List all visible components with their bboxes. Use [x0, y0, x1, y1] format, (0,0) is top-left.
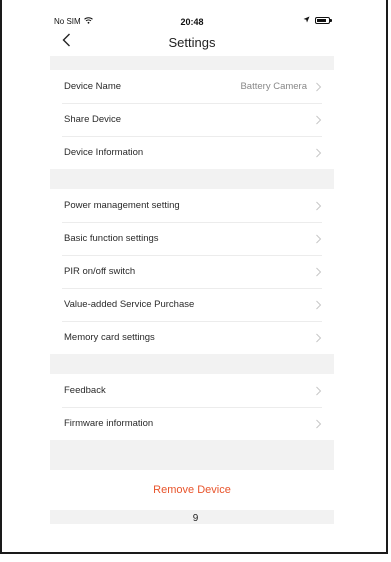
battery-icon — [315, 17, 332, 24]
status-right — [303, 16, 332, 25]
row-label: Feedback — [64, 385, 106, 396]
share-device-row[interactable]: Share Device — [50, 103, 334, 136]
chevron-right-icon — [316, 201, 322, 210]
chevron-right-icon — [316, 234, 322, 243]
row-label: Power management setting — [64, 200, 180, 211]
chevron-right-icon — [316, 115, 322, 124]
power-management-row[interactable]: Power management setting — [50, 189, 334, 222]
row-label: Device Information — [64, 147, 144, 158]
section-gap — [50, 354, 334, 374]
chevron-right-icon — [316, 419, 322, 428]
pir-switch-row[interactable]: PIR on/off switch — [50, 255, 334, 288]
nav-bar: Settings — [50, 30, 334, 56]
chevron-right-icon — [316, 333, 322, 342]
settings-group-device: Device Name Battery Camera Share Device … — [50, 70, 334, 169]
chevron-right-icon — [316, 148, 322, 157]
section-gap — [50, 440, 334, 470]
firmware-information-row[interactable]: Firmware information — [50, 407, 334, 440]
page-number: 9 — [192, 513, 199, 524]
location-arrow-icon — [303, 16, 310, 25]
chevron-right-icon — [316, 267, 322, 276]
feedback-row[interactable]: Feedback — [50, 374, 334, 407]
settings-group-support: Feedback Firmware information — [50, 374, 334, 440]
device-name-value: Battery Camera — [240, 81, 307, 92]
section-gap — [50, 56, 334, 70]
device-information-row[interactable]: Device Information — [50, 136, 334, 169]
remove-device-label: Remove Device — [153, 484, 231, 496]
section-gap — [50, 169, 334, 189]
page-title: Settings — [168, 35, 216, 50]
row-label: Value-added Service Purchase — [64, 299, 195, 310]
row-label: Device Name — [64, 81, 122, 92]
chevron-right-icon — [316, 300, 322, 309]
row-label: Share Device — [64, 114, 122, 125]
device-name-row[interactable]: Device Name Battery Camera — [50, 70, 334, 103]
row-label: Memory card settings — [64, 332, 155, 343]
status-time: 20:48 — [180, 17, 204, 27]
settings-group-functions: Power management setting Basic function … — [50, 189, 334, 354]
settings-screen: No SIM 20:48 Settings Device Name Batter… — [50, 14, 334, 524]
status-bar: No SIM 20:48 — [50, 14, 334, 30]
remove-device-button[interactable]: Remove Device — [50, 470, 334, 510]
chevron-right-icon — [316, 82, 322, 91]
memory-card-row[interactable]: Memory card settings — [50, 321, 334, 354]
row-label: Firmware information — [64, 418, 154, 429]
chevron-right-icon — [316, 386, 322, 395]
value-added-service-row[interactable]: Value-added Service Purchase — [50, 288, 334, 321]
basic-function-row[interactable]: Basic function settings — [50, 222, 334, 255]
row-label: Basic function settings — [64, 233, 159, 244]
row-label: PIR on/off switch — [64, 266, 136, 277]
